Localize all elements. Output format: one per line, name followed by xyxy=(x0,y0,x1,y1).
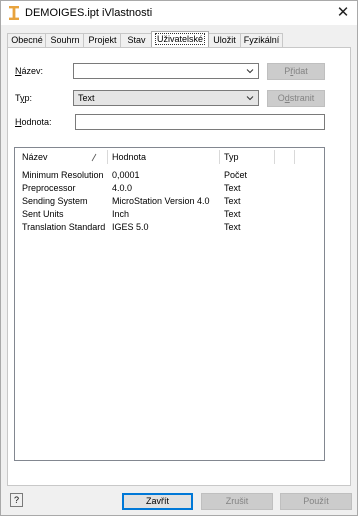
row-value: IGES 5.0 xyxy=(112,222,149,232)
tab-label: Fyzikální xyxy=(243,35,280,45)
row-name: Minimum Resolution xyxy=(22,170,104,180)
type-value: Text xyxy=(78,93,95,103)
chevron-down-icon xyxy=(246,69,254,74)
name-label: Název: xyxy=(15,66,44,76)
row-name: Preprocessor xyxy=(22,183,76,193)
tab-project[interactable]: Projekt xyxy=(83,33,122,47)
row-value: 4.0.0 xyxy=(112,183,133,193)
iproperties-dialog: DEMOIGES.ipt iVlastnosti ✕ Obecné Souhrn… xyxy=(0,0,358,516)
close-icon[interactable]: ✕ xyxy=(335,5,351,21)
window-title: DEMOIGES.ipt iVlastnosti xyxy=(25,7,153,19)
column-separator[interactable] xyxy=(294,150,295,164)
column-header-name[interactable]: Název xyxy=(22,148,48,166)
inventor-part-icon xyxy=(9,6,19,20)
row-name: Translation Standard xyxy=(22,222,106,232)
table-row[interactable]: Minimum Resolution 0,0001 Počet xyxy=(15,169,324,182)
help-button[interactable]: ? xyxy=(10,493,23,507)
tab-save[interactable]: Uložit xyxy=(207,33,242,47)
tab-label: Uložit xyxy=(213,35,236,45)
add-button[interactable]: Přidat xyxy=(267,63,325,80)
row-type: Text xyxy=(224,222,241,232)
row-value: Inch xyxy=(112,209,130,219)
cancel-button[interactable]: Zrušit xyxy=(201,493,273,510)
remove-button[interactable]: Odstranit xyxy=(267,90,325,107)
tab-custom[interactable]: Uživatelské xyxy=(151,31,209,47)
name-combobox[interactable] xyxy=(73,63,259,79)
row-value: MicroStation Version 4.0 xyxy=(112,196,210,206)
table-row[interactable]: Sent Units Inch Text xyxy=(15,208,324,221)
apply-button[interactable]: Použít xyxy=(280,493,352,510)
column-header-value[interactable]: Hodnota xyxy=(112,148,146,166)
row-type: Počet xyxy=(224,170,248,180)
tab-general[interactable]: Obecné xyxy=(7,33,47,47)
tab-label: Projekt xyxy=(88,35,117,45)
column-header-type[interactable]: Typ xyxy=(224,148,239,166)
row-type: Text xyxy=(224,209,241,219)
tab-label: Stav xyxy=(127,35,146,45)
column-separator[interactable] xyxy=(219,150,220,164)
column-separator[interactable] xyxy=(274,150,275,164)
row-type: Text xyxy=(224,183,241,193)
close-button[interactable]: Zavřít xyxy=(122,493,193,510)
row-name: Sending System xyxy=(22,196,88,206)
tab-label: Obecné xyxy=(11,35,43,45)
type-label: Typ: xyxy=(15,93,33,103)
tab-summary[interactable]: Souhrn xyxy=(45,33,85,47)
table-row[interactable]: Translation Standard IGES 5.0 Text xyxy=(15,221,324,234)
tab-physical[interactable]: Fyzikální xyxy=(240,33,283,47)
chevron-down-icon xyxy=(246,96,254,101)
row-type: Text xyxy=(224,196,241,206)
column-separator[interactable] xyxy=(107,150,108,164)
tab-label: Uživatelské xyxy=(154,33,206,45)
value-field[interactable] xyxy=(75,114,325,130)
properties-list[interactable]: Název Hodnota Typ Minimum Resolution 0,0… xyxy=(14,147,325,461)
title-bar: DEMOIGES.ipt iVlastnosti ✕ xyxy=(1,1,357,25)
tab-status[interactable]: Stav xyxy=(120,33,153,47)
row-name: Sent Units xyxy=(22,209,64,219)
tab-label: Souhrn xyxy=(50,35,80,45)
table-row[interactable]: Sending System MicroStation Version 4.0 … xyxy=(15,195,324,208)
value-label: Hodnota: xyxy=(15,117,52,127)
table-row[interactable]: Preprocessor 4.0.0 Text xyxy=(15,182,324,195)
row-value: 0,0001 xyxy=(112,170,140,180)
sort-indicator-icon xyxy=(91,153,97,162)
type-select[interactable]: Text xyxy=(73,90,259,106)
